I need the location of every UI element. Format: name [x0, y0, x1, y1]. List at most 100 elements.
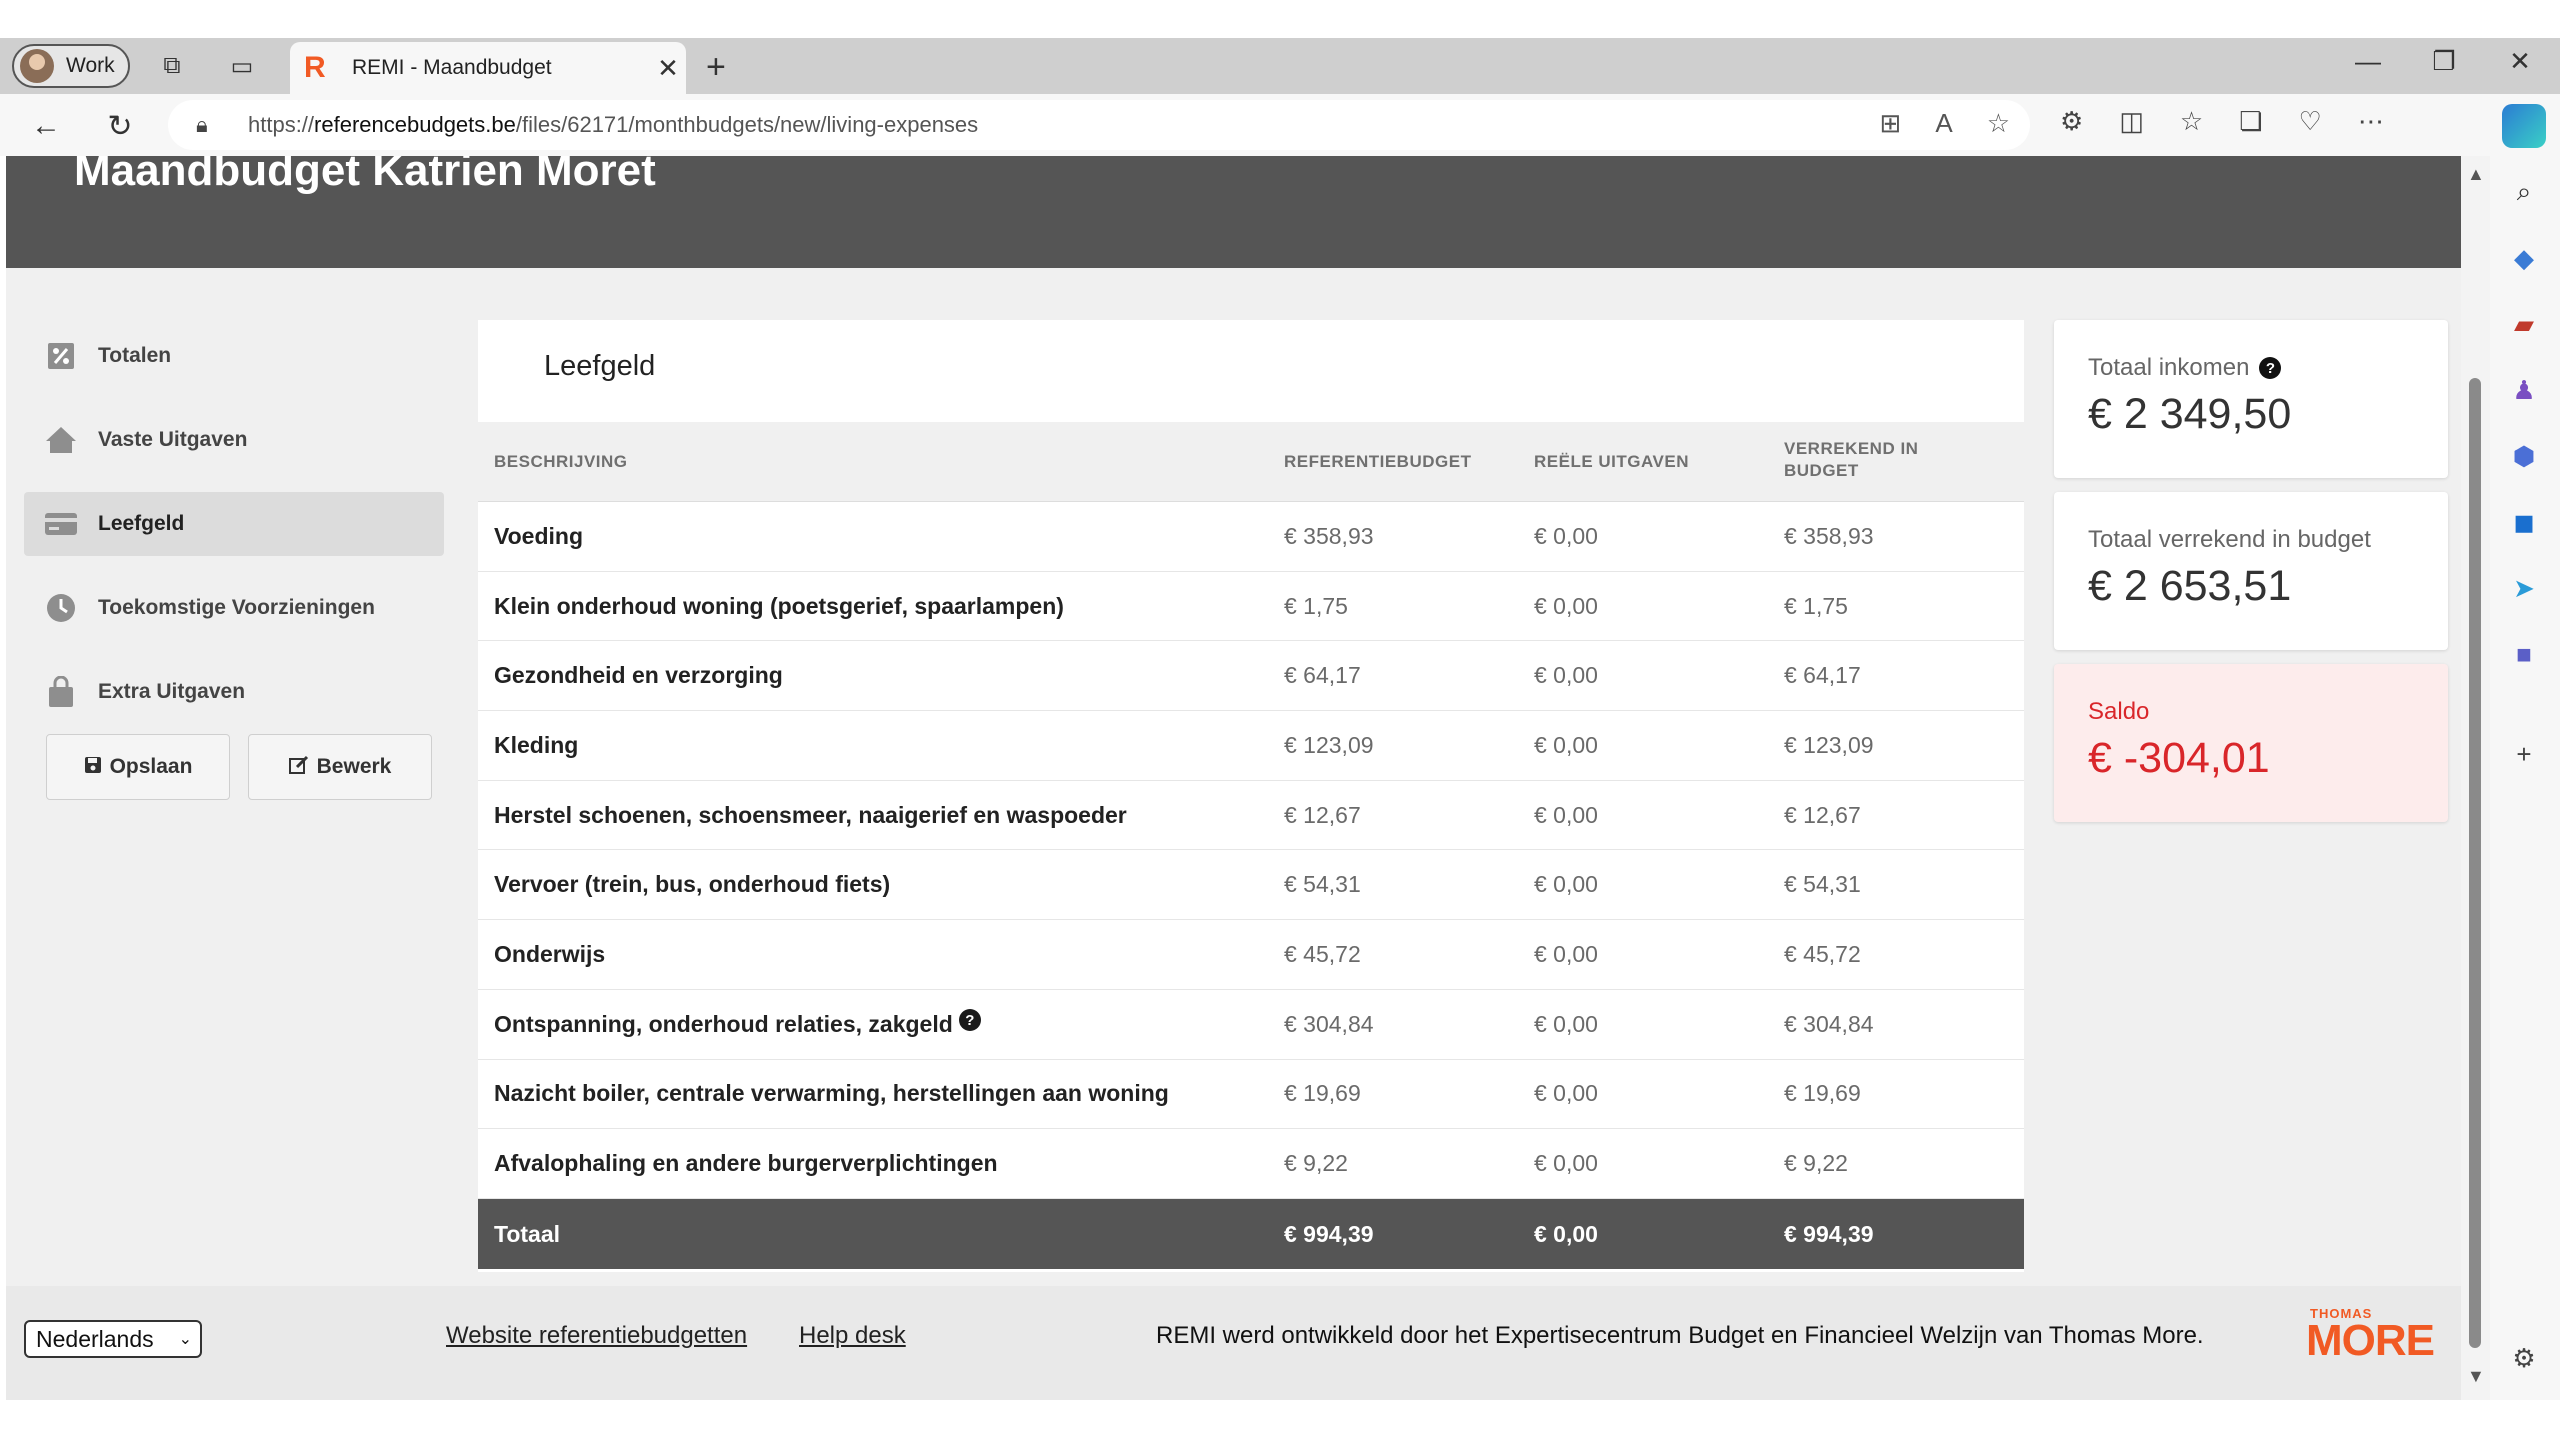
row-real: € 0,00	[1534, 1080, 1598, 1107]
minimize-button[interactable]: —	[2348, 46, 2388, 77]
split-screen-icon[interactable]: ◫	[2119, 106, 2144, 137]
nav-item-vaste-uitgaven[interactable]: Vaste Uitgaven	[24, 408, 444, 472]
clock-icon	[44, 591, 78, 625]
add-sidebar-app-icon[interactable]: +	[2506, 736, 2542, 772]
back-button[interactable]: ←	[26, 106, 66, 146]
total-income-label: Totaal inkomen	[2088, 354, 2250, 381]
avatar	[20, 49, 54, 83]
app-available-icon[interactable]: ⊞	[1880, 108, 1902, 139]
edit-icon	[288, 755, 309, 780]
new-tab-button[interactable]: +	[706, 48, 726, 87]
table-row: Herstel schoenen, schoensmeer, naaigerie…	[478, 781, 2024, 851]
workspaces-icon[interactable]: ⧉	[156, 50, 188, 82]
table-row: Gezondheid en verzorging € 64,17 € 0,00 € 6…	[478, 641, 2024, 712]
tools-briefcase-icon[interactable]: ▰	[2506, 306, 2542, 342]
scroll-down-icon[interactable]: ▼	[2467, 1366, 2485, 1387]
help-icon[interactable]: ?	[2259, 357, 2282, 379]
nav-label-totalen: Totalen	[98, 344, 172, 367]
page-scrollbar[interactable]: ▲ ▼	[2461, 156, 2490, 1400]
saldo-value: € -304,01	[2088, 734, 2270, 782]
tab-remi[interactable]: R REMI - Maandbudget ✕	[290, 42, 686, 94]
shopping-tag-icon[interactable]: ◆	[2506, 240, 2542, 276]
favorite-star-icon[interactable]: ☆	[1987, 108, 2010, 139]
nav-item-leefgeld[interactable]: Leefgeld	[24, 492, 444, 556]
row-accounted: € 1,75	[1784, 592, 1848, 619]
nav-label-toekomstige-voorzieningen: Toekomstige Voorzieningen	[98, 596, 375, 619]
profile-button[interactable]: Work	[12, 44, 130, 88]
row-description: Nazicht boiler, centrale verwarming, her…	[494, 1080, 1169, 1107]
close-tab-icon[interactable]: ✕	[650, 53, 686, 84]
address-bar-row: ← ↻ 🔒︎ https://referencebudgets.be/files…	[0, 94, 2560, 156]
table-row: Kleding € 123,09 € 0,00 € 123,09	[478, 711, 2024, 781]
search-icon[interactable]: ⌕	[2506, 174, 2542, 210]
row-accounted: € 54,31	[1784, 871, 1861, 898]
table-row: Ontspanning, onderhoud relaties, zakgeld…	[478, 990, 2024, 1060]
help-desk-link[interactable]: Help desk	[799, 1322, 906, 1350]
row-description: Klein onderhoud woning (poetsgerief, spa…	[494, 592, 1064, 619]
favorites-icon[interactable]: ☆	[2180, 106, 2203, 137]
total-accounted: € 994,39	[1784, 1220, 1874, 1247]
total-income-label-row: Totaal inkomen ?	[2088, 354, 2414, 382]
restore-button[interactable]: ❐	[2424, 46, 2464, 77]
browser-essentials-icon[interactable]: ♡	[2299, 106, 2322, 137]
vertical-tabs-icon[interactable]: ▭	[226, 50, 258, 82]
budget-nav: Totalen Vaste Uitgaven Leefgeld Toekomst…	[24, 324, 444, 744]
refresh-button[interactable]: ↻	[100, 106, 140, 146]
games-icon[interactable]: ♟	[2506, 372, 2542, 408]
row-real: € 0,00	[1534, 801, 1598, 828]
office-icon[interactable]: ⬢	[2506, 438, 2542, 474]
more-menu-icon[interactable]: ⋯	[2358, 106, 2384, 137]
sidebar-settings-icon[interactable]: ⚙	[2506, 1340, 2542, 1376]
leefgeld-card: Leefgeld BESCHRIJVING REFERENTIEBUDGET R…	[478, 320, 2024, 1272]
window-bottom	[0, 1400, 2560, 1440]
table-total-row: Totaal € 994,39 € 0,00 € 994,39	[478, 1199, 2024, 1269]
scroll-thumb[interactable]	[2469, 378, 2481, 1348]
website-link[interactable]: Website referentiebudgetten	[446, 1322, 747, 1350]
row-real: € 0,00	[1534, 592, 1598, 619]
read-aloud-icon[interactable]: A	[1935, 108, 1952, 139]
table-row: Afvalophaling en andere burgerverplichti…	[478, 1129, 2024, 1199]
teams-icon[interactable]: ■	[2506, 636, 2542, 672]
edit-button[interactable]: Bewerk	[248, 734, 432, 800]
extensions-icon[interactable]: ⚙	[2060, 106, 2083, 137]
total-reference: € 994,39	[1284, 1220, 1374, 1247]
help-icon[interactable]: ?	[958, 1009, 981, 1032]
nav-item-totalen[interactable]: Totalen	[24, 324, 444, 388]
edge-sidebar: ⌕ ◆ ▰ ♟ ⬢ ◼ ➤ ■ + ⚙	[2490, 156, 2560, 1400]
language-select[interactable]: Nederlands ⌄	[24, 1320, 202, 1358]
row-reference: € 45,72	[1284, 940, 1361, 967]
row-accounted: € 304,84	[1784, 1010, 1874, 1037]
send-icon[interactable]: ➤	[2506, 570, 2542, 606]
nav-item-toekomstige-voorzieningen[interactable]: Toekomstige Voorzieningen	[24, 576, 444, 640]
scroll-up-icon[interactable]: ▲	[2467, 164, 2485, 185]
row-reference: € 54,31	[1284, 871, 1361, 898]
table-row: Voeding € 358,93 € 0,00 € 358,93	[478, 502, 2024, 572]
table-row: Nazicht boiler, centrale verwarming, her…	[478, 1060, 2024, 1130]
col-header-accounted: VERREKEND IN BUDGET	[1784, 439, 1919, 480]
col-header-reference: REFERENTIEBUDGET	[1284, 452, 1472, 471]
nav-item-extra-uitgaven[interactable]: Extra Uitgaven	[24, 660, 444, 724]
total-budget-value: € 2 653,51	[2088, 562, 2292, 610]
copilot-icon[interactable]	[2502, 104, 2546, 148]
total-income-value: € 2 349,50	[2088, 390, 2292, 438]
page-content: Maandbudget Katrien Moret Totalen Vaste …	[6, 156, 2461, 1400]
tab-title: REMI - Maandbudget	[352, 56, 552, 79]
browser-tab-bar: Work ⧉ ▭ R REMI - Maandbudget ✕ + — ❐ ✕	[0, 38, 2560, 94]
save-button[interactable]: Opslaan	[46, 734, 230, 800]
close-window-button[interactable]: ✕	[2500, 46, 2540, 77]
collections-icon[interactable]: ❏	[2239, 106, 2262, 137]
total-income-card: Totaal inkomen ? € 2 349,50	[2054, 320, 2448, 478]
col-header-real: REËLE UITGAVEN	[1534, 452, 1689, 471]
row-accounted: € 12,67	[1784, 801, 1861, 828]
lock-icon[interactable]: 🔒︎	[196, 112, 236, 138]
row-accounted: € 64,17	[1784, 662, 1861, 689]
nav-label-leefgeld: Leefgeld	[98, 512, 185, 535]
outlook-icon[interactable]: ◼	[2506, 504, 2542, 540]
row-reference: € 9,22	[1284, 1150, 1348, 1177]
save-button-label: Opslaan	[109, 755, 193, 778]
row-reference: € 19,69	[1284, 1080, 1361, 1107]
nav-label-extra-uitgaven: Extra Uitgaven	[98, 680, 246, 703]
edit-button-label: Bewerk	[316, 755, 392, 778]
url-field[interactable]: 🔒︎ https://referencebudgets.be/files/621…	[168, 100, 2030, 150]
page-footer: Nederlands ⌄ Website referentiebudgetten…	[6, 1286, 2461, 1400]
